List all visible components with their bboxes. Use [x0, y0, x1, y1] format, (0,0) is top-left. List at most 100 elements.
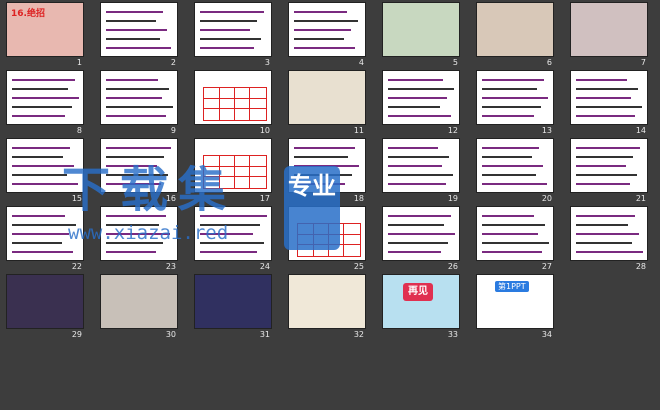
text-line	[482, 251, 542, 253]
text-line	[576, 165, 626, 167]
text-line	[12, 97, 79, 99]
slide-number: 21	[635, 194, 646, 203]
text-line	[576, 233, 639, 235]
slide-thumbnail[interactable]: 30	[100, 274, 178, 340]
slide-number: 7	[640, 58, 646, 67]
slide-number: 14	[635, 126, 646, 135]
text-line	[12, 215, 65, 217]
text-line	[106, 11, 163, 13]
slide-preview	[476, 70, 554, 125]
slide-preview	[476, 206, 554, 261]
text-line	[106, 97, 162, 99]
slide-thumbnail[interactable]: 7	[570, 2, 648, 68]
text-line	[576, 251, 643, 253]
text-line	[200, 251, 257, 253]
slide-thumbnail[interactable]: 32	[288, 274, 366, 340]
slide-number: 2	[170, 58, 176, 67]
slide-number: 33	[447, 330, 458, 339]
slide-thumbnail[interactable]: 第1PPT 34	[476, 274, 554, 340]
slide-number: 32	[353, 330, 364, 339]
text-line	[482, 88, 537, 90]
text-line	[294, 47, 355, 49]
text-line	[482, 97, 548, 99]
text-line	[388, 106, 440, 108]
slide-thumbnail[interactable]: 3	[194, 2, 272, 68]
slide-title: 16.绝招	[11, 9, 45, 19]
text-line	[482, 156, 532, 158]
text-line	[482, 224, 545, 226]
slide-thumbnail[interactable]: 12	[382, 70, 460, 136]
text-line	[294, 20, 358, 22]
slide-preview	[194, 274, 272, 329]
slide-preview	[194, 70, 272, 125]
text-line	[200, 47, 254, 49]
text-line	[576, 115, 635, 117]
text-line	[106, 115, 166, 117]
text-line	[576, 106, 642, 108]
slide-thumbnail[interactable]: 13	[476, 70, 554, 136]
slide-thumbnail[interactable]: 21	[570, 138, 648, 204]
text-line	[294, 38, 344, 40]
slide-thumbnail[interactable]: 27	[476, 206, 554, 272]
goodbye-label: 再见	[403, 283, 433, 301]
text-line	[576, 88, 638, 90]
slide-number: 34	[541, 330, 552, 339]
slide-thumbnail[interactable]: 31	[194, 274, 272, 340]
text-line	[294, 29, 351, 31]
slide-number: 1	[76, 58, 82, 67]
slide-thumbnail[interactable]: 20	[476, 138, 554, 204]
text-line	[12, 242, 62, 244]
text-line	[482, 147, 539, 149]
text-line	[576, 215, 635, 217]
slide-thumbnail[interactable]: 6	[476, 2, 554, 68]
watermark-text: 下载集	[62, 162, 237, 218]
text-line	[482, 215, 534, 217]
slide-thumbnail[interactable]: 5	[382, 2, 460, 68]
slide-thumbnail[interactable]: 11	[288, 70, 366, 136]
text-line	[388, 147, 438, 149]
slide-thumbnail[interactable]: 再见 33	[382, 274, 460, 340]
text-line	[12, 88, 68, 90]
text-line	[106, 38, 160, 40]
slide-thumbnail[interactable]: 10	[194, 70, 272, 136]
text-line	[482, 79, 544, 81]
slide-thumbnail[interactable]: 28	[570, 206, 648, 272]
slide-number: 30	[165, 330, 176, 339]
slide-preview	[382, 2, 460, 57]
slide-preview	[570, 138, 648, 193]
text-line	[12, 233, 69, 235]
text-line	[576, 183, 630, 185]
text-line	[482, 165, 543, 167]
slide-number: 27	[541, 262, 552, 271]
slide-thumbnail[interactable]: 14	[570, 70, 648, 136]
slide-thumbnail[interactable]: 29	[6, 274, 84, 340]
text-line	[576, 224, 628, 226]
slide-thumbnail[interactable]: 8	[6, 70, 84, 136]
slide-preview	[476, 138, 554, 193]
slide-thumbnail[interactable]: 9	[100, 70, 178, 136]
slide-number: 9	[170, 126, 176, 135]
slide-preview	[100, 2, 178, 57]
text-line	[388, 251, 441, 253]
slide-preview: 16.绝招	[6, 2, 84, 57]
text-line	[576, 147, 640, 149]
slide-preview	[6, 70, 84, 125]
text-line	[482, 233, 538, 235]
text-line	[106, 106, 173, 108]
slide-number: 11	[353, 126, 364, 135]
text-line	[106, 29, 167, 31]
slide-preview	[100, 70, 178, 125]
slide-preview	[382, 70, 460, 125]
slide-number: 26	[447, 262, 458, 271]
text-line	[12, 156, 63, 158]
slide-thumbnail[interactable]: 4	[288, 2, 366, 68]
slide-thumbnail[interactable]: 2	[100, 2, 178, 68]
text-line	[388, 115, 451, 117]
text-line	[388, 88, 454, 90]
slide-preview: 第1PPT	[476, 274, 554, 329]
slide-thumbnail[interactable]: 16.绝招 1	[6, 2, 84, 68]
slide-number: 24	[259, 262, 270, 271]
slide-number: 8	[76, 126, 82, 135]
slide-number: 28	[635, 262, 646, 271]
watermark-badge: 专业	[284, 166, 340, 250]
